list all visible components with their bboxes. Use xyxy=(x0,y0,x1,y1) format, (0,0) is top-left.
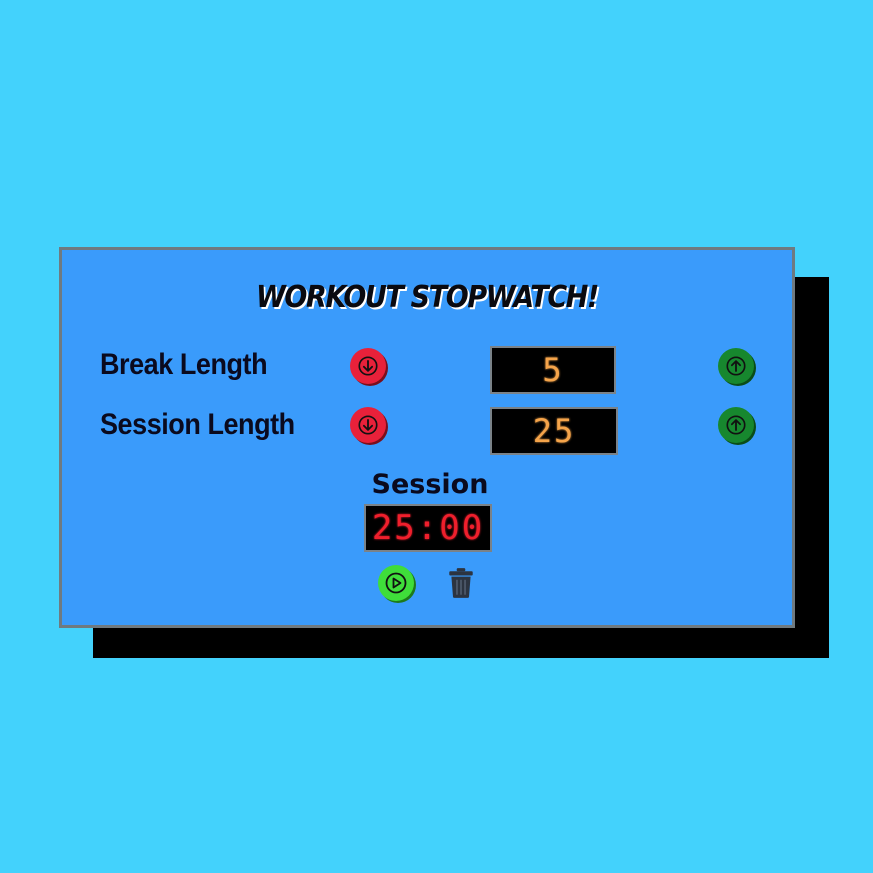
reset-button[interactable] xyxy=(446,565,476,601)
break-decrement-button[interactable] xyxy=(350,348,386,384)
arrow-up-icon xyxy=(726,356,746,376)
session-length-display: 25 xyxy=(490,407,618,455)
timer-display: 25:00 xyxy=(364,504,492,552)
break-length-label: Break Length xyxy=(100,348,268,381)
arrow-down-icon xyxy=(358,415,378,435)
arrow-up-icon xyxy=(726,415,746,435)
session-length-label: Session Length xyxy=(100,408,295,441)
session-decrement-button[interactable] xyxy=(350,407,386,443)
timer-label: Session xyxy=(371,469,489,500)
break-length-display: 5 xyxy=(490,346,616,394)
trash-icon xyxy=(449,568,473,598)
stopwatch-panel: WORKOUT STOPWATCH! Break Length 5 Sessio… xyxy=(59,247,795,628)
arrow-down-icon xyxy=(358,356,378,376)
play-icon xyxy=(385,572,407,594)
session-increment-button[interactable] xyxy=(718,407,754,443)
play-button[interactable] xyxy=(378,565,414,601)
break-increment-button[interactable] xyxy=(718,348,754,384)
app-title: WORKOUT STOPWATCH! xyxy=(256,280,599,315)
